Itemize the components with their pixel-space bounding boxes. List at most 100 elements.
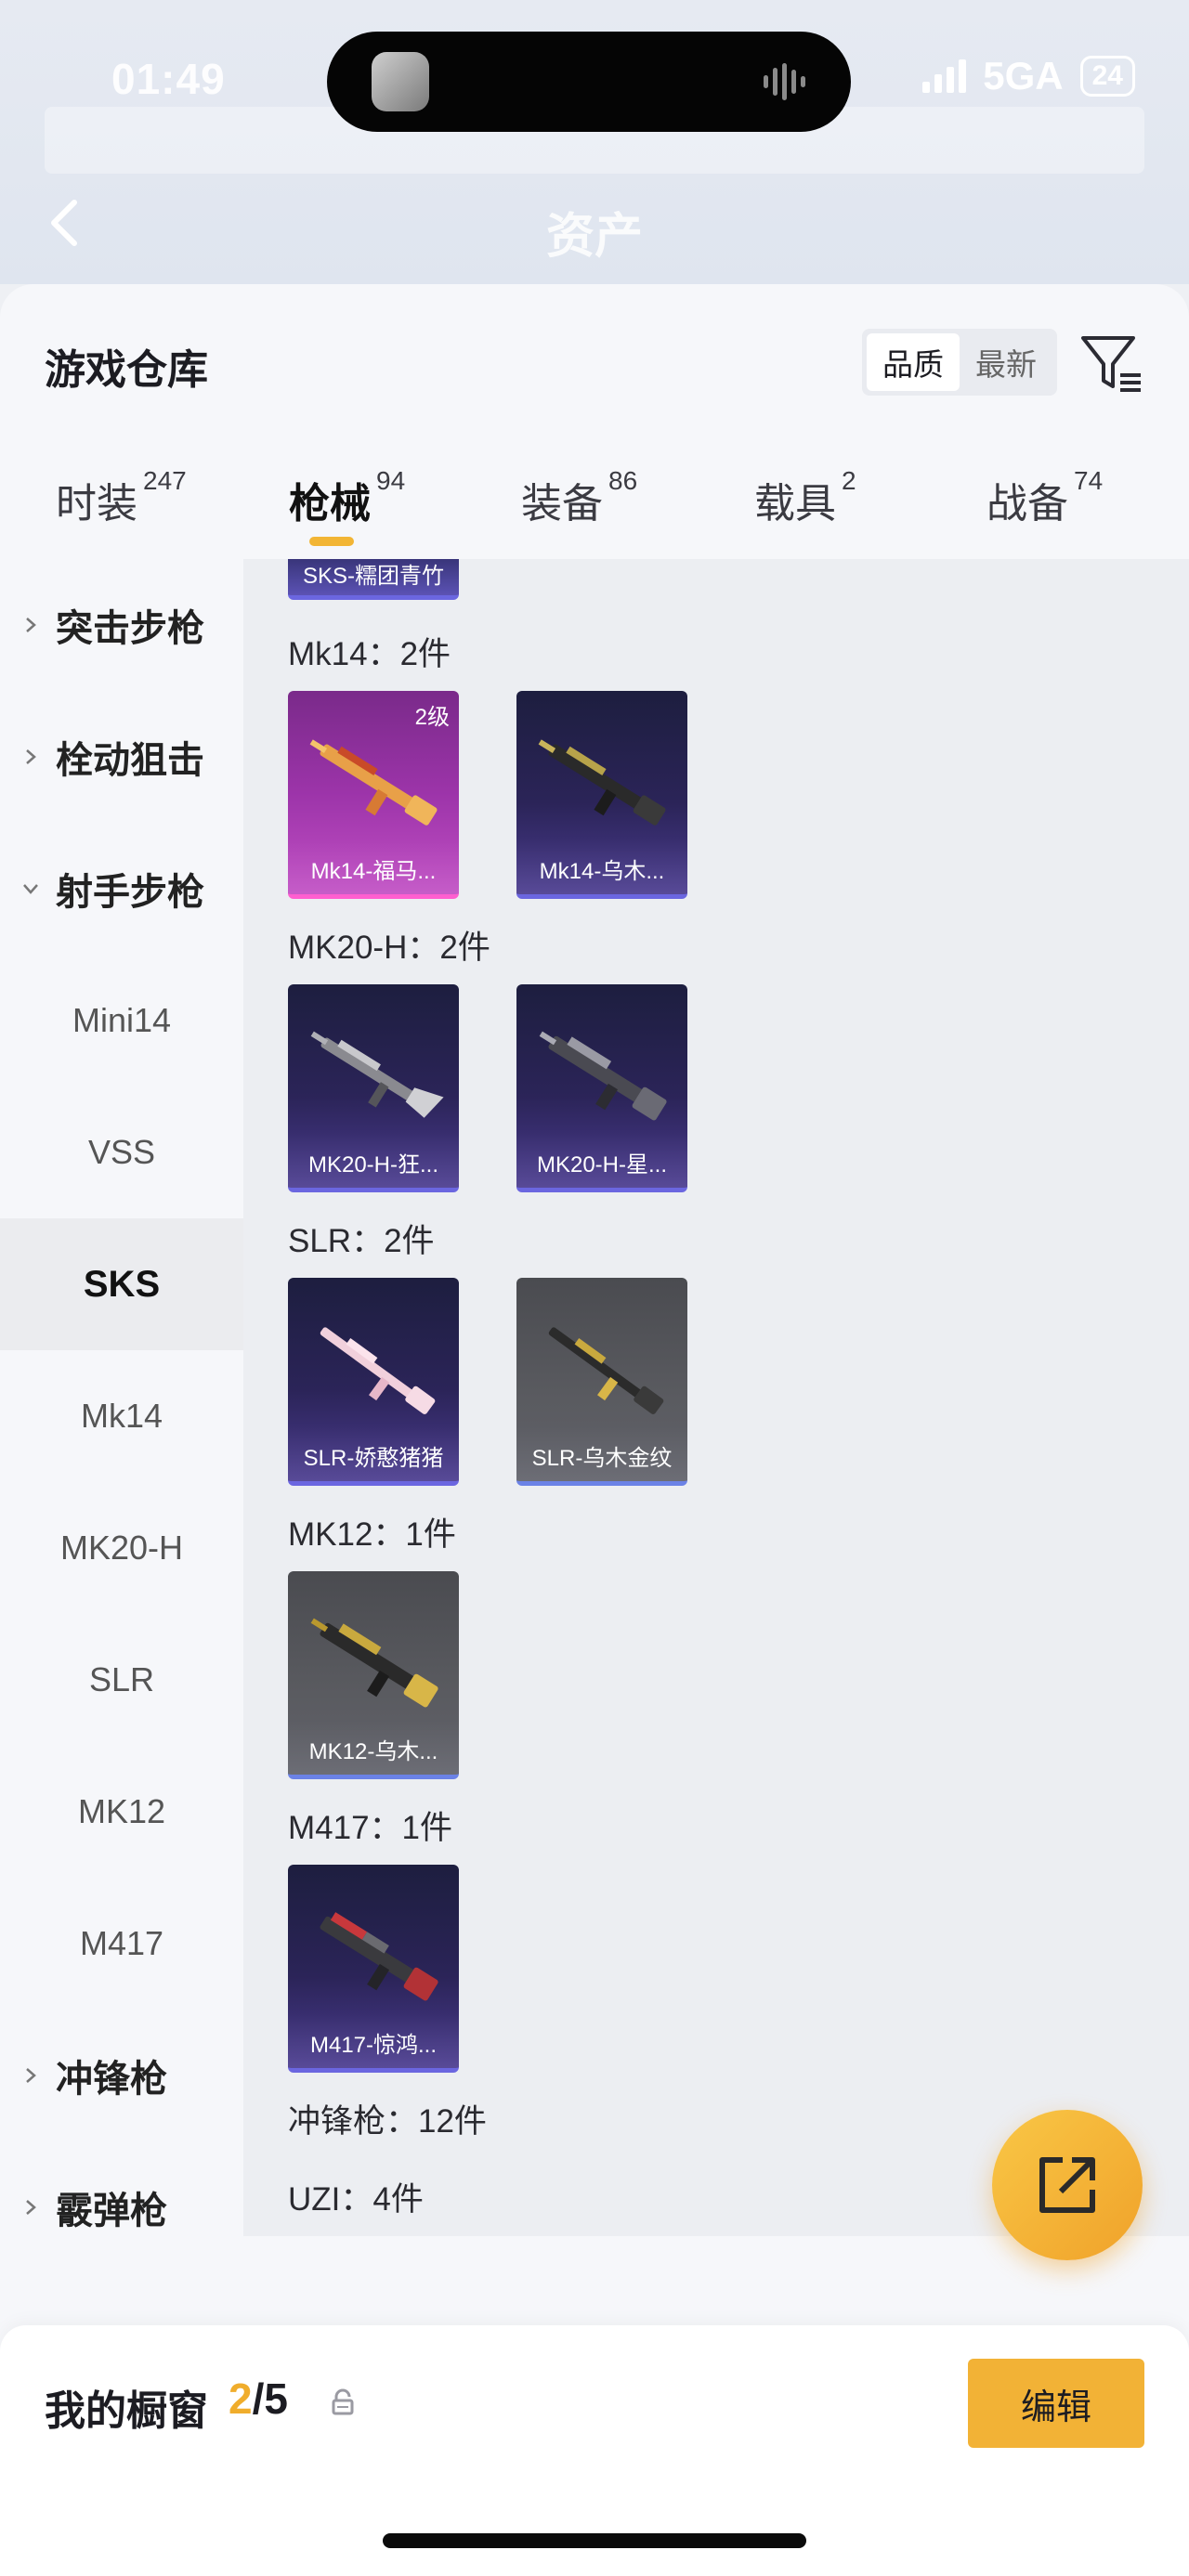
nav-sub-vss[interactable]: VSS	[0, 1086, 243, 1218]
chevron-right-icon	[26, 749, 36, 764]
nav-sub-slr[interactable]: SLR	[0, 1614, 243, 1746]
tab-count: 247	[143, 466, 187, 495]
tab-count: 2	[842, 466, 856, 495]
back-arrow-icon[interactable]	[46, 197, 84, 249]
showcase-current: 2	[229, 2374, 253, 2423]
tab-label: 时装	[56, 481, 137, 527]
nav-category-label: 霰弹枪	[56, 2191, 167, 2231]
nav-sub-mini14[interactable]: Mini14	[0, 955, 243, 1086]
nav-category-label: 冲锋枪	[56, 2059, 167, 2100]
warehouse-title: 游戏仓库	[45, 347, 208, 393]
home-indicator	[383, 2533, 806, 2548]
active-tab-indicator	[309, 537, 354, 546]
tab-label: 战备	[986, 481, 1068, 527]
sort-newest-button[interactable]: 最新	[960, 333, 1052, 391]
status-time: 01:49	[111, 55, 226, 103]
nav-category-label: 栓动狙击	[56, 740, 204, 781]
rifle-icon	[538, 739, 666, 826]
tab-count: 74	[1074, 466, 1104, 495]
island-thumbnail-icon	[372, 52, 429, 111]
weapon-card[interactable]: MK20-H-星...	[516, 984, 687, 1192]
weapon-card-partial[interactable]: SKS-糯团青竹	[288, 559, 459, 600]
nav-sub-sks[interactable]: SKS	[0, 1218, 243, 1350]
tab-vehicles[interactable]: 载具2	[754, 466, 856, 529]
nav-sub-mk12[interactable]: MK12	[0, 1746, 243, 1878]
weapon-name: M417-惊鸿...	[309, 2033, 438, 2058]
rifle-icon	[320, 1912, 438, 2001]
sort-toggle: 品质 最新	[862, 329, 1057, 396]
network-label: 5GA	[983, 54, 1064, 98]
showcase-label: 我的橱窗	[45, 2388, 208, 2434]
weapon-card[interactable]: MK20-H-狂...	[288, 984, 459, 1192]
nav-category-shotgun[interactable]: 霰弹枪	[0, 2141, 243, 2273]
weapon-name: SLR-乌木金纹	[531, 1446, 673, 1471]
group-title-smg: 冲锋枪：12件	[288, 2103, 487, 2140]
group-title-slr: SLR：2件	[288, 1223, 435, 1259]
tab-fashion[interactable]: 时装247	[56, 466, 187, 529]
tab-count: 94	[376, 466, 406, 495]
page-title: 资产	[546, 210, 644, 264]
tab-guns[interactable]: 枪械94	[289, 466, 405, 529]
nav-category-assault[interactable]: 突击步枪	[0, 559, 243, 691]
chevron-right-icon	[26, 2068, 36, 2083]
rifle-icon	[310, 1618, 438, 1708]
weapon-name: MK12-乌木...	[308, 1739, 438, 1764]
showcase-total: /5	[252, 2374, 288, 2423]
nav-sub-mk20h[interactable]: MK20-H	[0, 1482, 243, 1614]
tab-supplies[interactable]: 战备74	[986, 466, 1103, 529]
tab-equipment[interactable]: 装备86	[521, 466, 637, 529]
weapon-type-nav: 突击步枪 栓动狙击 射手步枪 Mini14 VSS SKS Mk14 MK20-…	[0, 559, 243, 2236]
rifle-icon	[310, 1031, 444, 1118]
chevron-right-icon	[26, 2200, 36, 2215]
nav-sub-mk14[interactable]: Mk14	[0, 1350, 243, 1482]
tab-label: 载具	[754, 481, 836, 527]
rifle-icon	[320, 1327, 436, 1414]
showcase-count: 2/5	[229, 2374, 288, 2424]
weapon-grid: SKS-糯团青竹 Mk14：2件 2级 Mk14-福马... Mk14-乌木..…	[243, 559, 1189, 2236]
nav-category-marksman[interactable]: 射手步枪	[0, 823, 243, 955]
chevron-down-icon	[23, 884, 38, 894]
weapon-name: MK20-H-狂...	[307, 1152, 438, 1177]
group-title-m417: M417：1件	[288, 1810, 453, 1846]
nav-category-label: 突击步枪	[56, 608, 204, 649]
external-link-icon	[1039, 2157, 1095, 2213]
group-title-uzi: UZI：4件	[288, 2181, 424, 2218]
signal-icon	[922, 59, 967, 93]
battery-icon: 24	[1079, 56, 1135, 97]
nav-category-label: 射手步枪	[56, 872, 204, 913]
chevron-right-icon	[26, 618, 36, 632]
share-fab-button[interactable]	[992, 2110, 1143, 2260]
group-title-mk12: MK12：1件	[288, 1516, 456, 1553]
tab-label: 装备	[521, 481, 603, 527]
edit-button[interactable]: 编辑	[968, 2359, 1144, 2448]
lock-icon	[332, 2388, 354, 2415]
weapon-card[interactable]: Mk14-乌木...	[516, 691, 687, 899]
nav-sub-m417[interactable]: M417	[0, 1878, 243, 2010]
group-title-mk14: Mk14：2件	[288, 636, 451, 672]
category-tabs: 时装247 枪械94 装备86 载具2 战备74	[0, 466, 1189, 572]
page-header: 01:49 5GA 24 资产	[0, 0, 1189, 284]
tab-label: 枪械	[289, 481, 371, 527]
sort-quality-button[interactable]: 品质	[867, 333, 960, 391]
audio-wave-icon	[764, 61, 806, 102]
status-indicators: 5GA 24	[922, 54, 1135, 98]
weapon-name: Mk14-福马...	[310, 859, 437, 884]
weapon-name: SKS-糯团青竹	[302, 564, 444, 589]
weapon-card[interactable]: M417-惊鸿...	[288, 1865, 459, 2073]
weapon-card[interactable]: SLR-乌木金纹	[516, 1278, 687, 1486]
weapon-name: MK20-H-星...	[536, 1152, 667, 1177]
weapon-name: Mk14-乌木...	[539, 859, 665, 884]
dynamic-island	[327, 32, 851, 132]
nav-category-bolt[interactable]: 栓动狙击	[0, 691, 243, 823]
rifle-icon	[539, 1031, 667, 1121]
rifle-icon	[548, 1327, 664, 1414]
weapon-card[interactable]: MK12-乌木...	[288, 1571, 459, 1779]
weapon-card[interactable]: 2级 Mk14-福马...	[288, 691, 459, 899]
rifle-icon	[309, 739, 438, 826]
weapon-name: SLR-娇憨猪猪	[303, 1446, 444, 1471]
group-title-mk20h: MK20-H：2件	[288, 930, 490, 966]
tab-count: 86	[608, 466, 638, 495]
filter-icon[interactable]	[1079, 332, 1144, 394]
weapon-card[interactable]: SLR-娇憨猪猪	[288, 1278, 459, 1486]
nav-category-smg[interactable]: 冲锋枪	[0, 2010, 243, 2141]
